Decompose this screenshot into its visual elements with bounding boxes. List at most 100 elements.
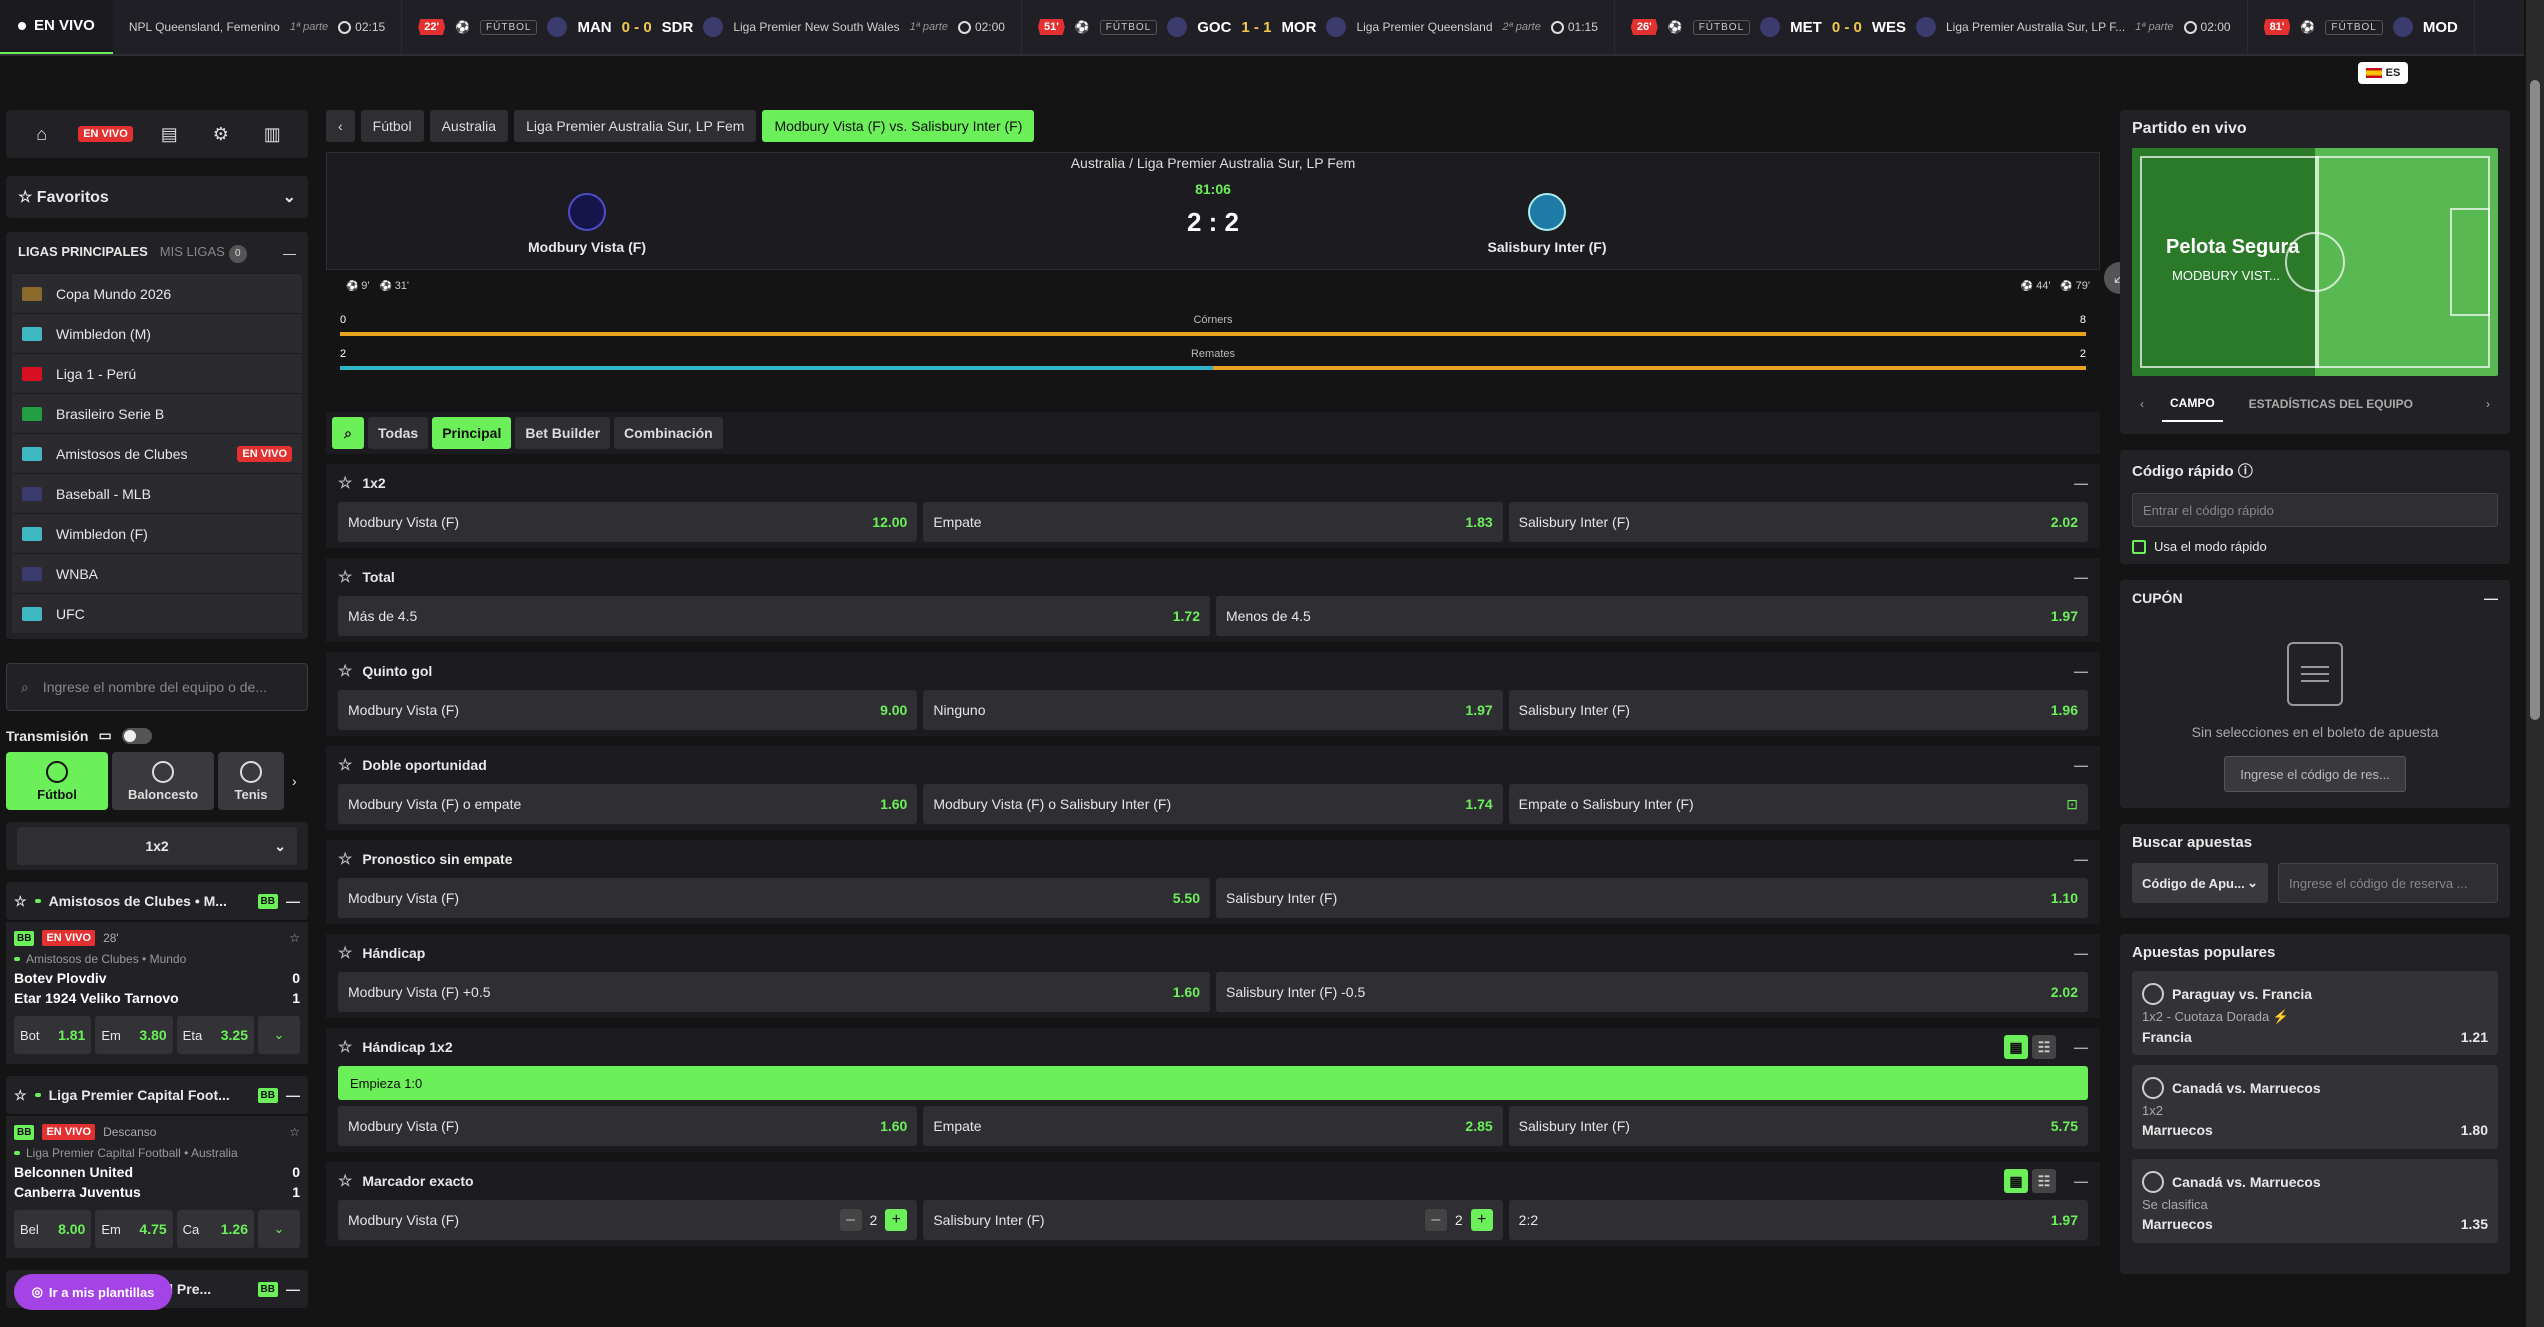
home-icon[interactable]: ⌂ [27,119,57,149]
ticker-item[interactable]: 26' ⚽ FÚTBOL MET 0 - 0 WES Liga Premier … [1615,0,2248,54]
filter-bet-builder[interactable]: Bet Builder [515,417,611,449]
star-icon[interactable]: ☆ [338,1037,352,1057]
booking-code-button[interactable]: Ingrese el código de res... [2224,756,2406,792]
star-icon[interactable]: ☆ [14,1087,27,1104]
league-item[interactable]: Copa Mundo 2026 [12,273,302,313]
odd-button[interactable]: Modbury Vista (F) 9.00 [338,690,918,730]
league-item[interactable]: UFC [12,593,302,633]
ticker-item[interactable]: 81' ⚽ FÚTBOL MOD [2248,0,2475,54]
odd-button[interactable]: Em 4.75 [95,1210,173,1248]
collapse-icon[interactable]: — [2074,945,2088,961]
tab-my-leagues[interactable]: MIS LIGAS [160,244,225,259]
odd-button[interactable]: Em 3.80 [95,1016,173,1054]
collapse-icon[interactable]: — [2074,1173,2088,1189]
breadcrumb-country[interactable]: Australia [429,110,509,142]
odd-button[interactable]: Modbury Vista (F) 1.60 [338,1106,918,1146]
transmission-toggle[interactable] [121,727,152,744]
collapse-icon[interactable]: — [286,1281,300,1297]
ticker-item[interactable]: NPL Queensland, Femenino 1ª parte 02:15 [113,0,403,54]
sport-tab-tennis[interactable]: Tenis [218,752,284,810]
breadcrumb-league[interactable]: Liga Premier Australia Sur, LP Fem [514,110,757,142]
tab-team-stats[interactable]: ESTADÍSTICAS DEL EQUIPO [2241,387,2421,421]
ticker-item[interactable]: 51' ⚽ FÚTBOL GOC 1 - 1 MOR Liga Premier … [1022,0,1615,54]
odd-button[interactable]: Salisbury Inter (F) 1.10 [1216,878,2088,918]
collapse-icon[interactable]: — [2074,1039,2088,1055]
odd-button[interactable]: Más de 4.5 1.72 [338,596,1210,636]
filter-all[interactable]: Todas [368,417,429,449]
odd-button[interactable]: Salisbury Inter (F) 2.02 [1508,502,2088,542]
league-item[interactable]: Brasileiro Serie B [12,393,302,433]
quick-code-input[interactable]: Entrar el código rápido [2132,493,2498,527]
tab-main-leagues[interactable]: LIGAS PRINCIPALES [18,244,148,259]
odd-button[interactable]: Salisbury Inter (F) 1.96 [1508,690,2088,730]
league-item[interactable]: WNBA [12,553,302,593]
gear-icon[interactable]: ⚙ [206,119,236,149]
odd-button[interactable]: Modbury Vista (F) 12.00 [338,502,918,542]
sport-tab-basketball[interactable]: Baloncesto [112,752,214,810]
back-button[interactable]: ‹ [326,110,355,142]
league-item[interactable]: Liga 1 - Perú [12,353,302,393]
star-icon[interactable]: ☆ [338,473,352,493]
grid-view-icon[interactable]: ▦ [2004,1035,2028,1059]
filter-combination[interactable]: Combinación [614,417,723,449]
star-icon[interactable]: ☆ [338,943,352,963]
expand-odds-button[interactable]: ⌄ [257,1210,300,1248]
minus-button[interactable]: – [839,1209,862,1231]
collapse-icon[interactable]: — [2074,851,2088,867]
odd-button[interactable]: Modbury Vista (F) +0.5 1.60 [338,972,1210,1012]
grid-view-icon[interactable]: ▦ [2004,1169,2028,1193]
league-item[interactable]: Wimbledon (F) [12,513,302,553]
odd-button[interactable]: 2:2 1.97 [1508,1200,2088,1240]
ticker-item[interactable]: 22' ⚽ FÚTBOL MAN 0 - 0 SDR Liga Premier … [402,0,1022,54]
popular-bet[interactable]: Canadá vs. Marruecos Se clasifica Marrueco… [2132,1159,2498,1243]
chevron-left-icon[interactable]: ‹ [2140,397,2144,411]
odd-button[interactable]: Modbury Vista (F) o Salisbury Inter (F) 1… [923,784,1503,824]
language-selector[interactable]: ES [2358,62,2408,84]
odd-button[interactable]: Empate 1.83 [923,502,1503,542]
collapse-icon[interactable]: — [2074,757,2088,773]
odd-button[interactable]: Modbury Vista (F) o empate 1.60 [338,784,918,824]
collapse-icon[interactable]: — [2484,590,2498,606]
odd-button[interactable]: Eta 3.25 [176,1016,254,1054]
odd-button[interactable]: Ca 1.26 [176,1210,254,1248]
scrollbar-thumb[interactable] [2530,80,2540,720]
templates-button[interactable]: ◎ Ir a mis plantillas [14,1274,172,1310]
quick-mode-checkbox[interactable] [2132,539,2146,554]
live-tab[interactable]: EN VIVO [0,0,113,54]
event-league-header[interactable]: ☆ Amistosos de Clubes • M... BB — [6,882,308,920]
favorites-toggle[interactable]: ☆ Favoritos ⌄ [6,176,308,218]
league-item[interactable]: Wimbledon (M) [12,313,302,353]
collapse-icon[interactable]: — [2074,569,2088,585]
popular-bet[interactable]: Paraguay vs. Francia 1x2 - Cuotaza Dorada… [2132,971,2498,1055]
market-select[interactable]: 1x2 ⌄ [6,822,308,870]
star-icon[interactable]: ☆ [338,661,352,681]
odd-button[interactable]: Bel 8.00 [14,1210,92,1248]
star-icon[interactable]: ☆ [289,931,300,945]
odd-button[interactable]: Menos de 4.5 1.97 [1216,596,2088,636]
star-icon[interactable]: ☆ [338,1171,352,1191]
odd-button[interactable]: Bot 1.81 [14,1016,92,1054]
expand-odds-button[interactable]: ⌄ [257,1016,300,1054]
tab-field[interactable]: CAMPO [2162,386,2223,422]
list-view-icon[interactable]: ☷ [2032,1035,2056,1059]
collapse-icon[interactable]: — [2074,663,2088,679]
chevron-right-icon[interactable]: › [292,773,297,789]
filter-main[interactable]: Principal [432,417,512,449]
odd-button[interactable]: Empate 2.85 [923,1106,1503,1146]
breadcrumb-match[interactable]: Modbury Vista (F) vs. Salisbury Inter (F… [762,110,1035,142]
odd-button[interactable]: Ninguno 1.97 [923,690,1503,730]
league-item[interactable]: Amistosos de Clubes EN VIVO [12,433,302,473]
event-card[interactable]: BB EN VIVO Descanso ☆ Liga Premier Capital … [6,1116,308,1258]
star-icon[interactable]: ☆ [14,893,27,910]
sport-tab-football[interactable]: Fútbol [6,752,108,810]
odd-button[interactable]: Modbury Vista (F) 5.50 [338,878,1210,918]
search-input[interactable]: Ingrese el nombre del equipo o de... [43,679,267,695]
live-nav-badge[interactable]: EN VIVO [78,126,133,142]
star-icon[interactable]: ☆ [338,755,352,775]
calendar-icon[interactable]: ▤ [154,119,184,149]
code-type-select[interactable]: Código de Apu... ⌄ [2132,863,2268,903]
stats-icon[interactable]: ▥ [257,119,287,149]
team-search[interactable]: ⌕ Ingrese el nombre del equipo o de... [6,663,308,711]
plus-button[interactable]: + [1470,1209,1493,1231]
market-search-button[interactable]: ⌕ [332,417,364,449]
